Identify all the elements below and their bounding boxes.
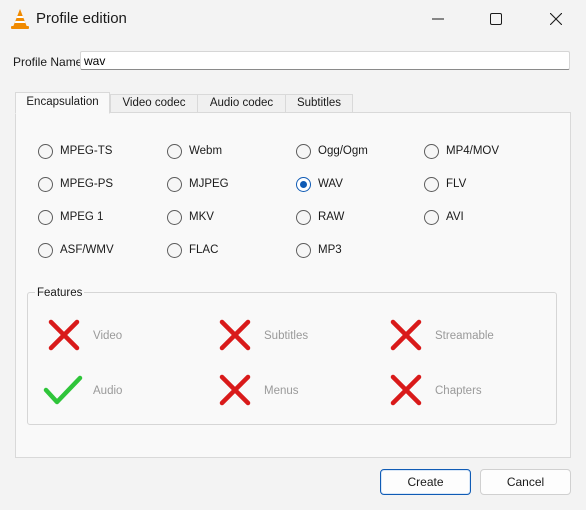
- radio-label: MKV: [189, 211, 214, 223]
- radio-circle: [38, 210, 53, 225]
- radio-circle: [38, 144, 53, 159]
- radio-circle: [424, 177, 439, 192]
- cross-icon: [219, 374, 251, 406]
- radio-circle-selected: [296, 177, 311, 192]
- radio-circle: [167, 243, 182, 258]
- radio-label: MJPEG: [189, 178, 229, 190]
- tab-subtitles[interactable]: Subtitles: [285, 94, 353, 113]
- maximize-icon: [490, 13, 502, 25]
- radio-label: MPEG 1: [60, 211, 104, 223]
- radio-circle: [296, 210, 311, 225]
- radio-circle: [38, 177, 53, 192]
- radio-label: MP3: [318, 244, 342, 256]
- vlc-cone-icon: [11, 9, 29, 29]
- radio-label: WAV: [318, 178, 343, 190]
- radio-label: ASF/WMV: [60, 244, 114, 256]
- radio-label: MPEG-PS: [60, 178, 114, 190]
- feature-video-label: Video: [93, 330, 123, 342]
- tab-encapsulation[interactable]: Encapsulation: [15, 92, 110, 114]
- tab-audio-codec[interactable]: Audio codec: [197, 94, 286, 113]
- title-bar: Profile edition: [0, 0, 586, 38]
- maximize-button[interactable]: [468, 0, 526, 38]
- minimize-button[interactable]: [410, 0, 468, 38]
- close-icon: [550, 13, 562, 25]
- cancel-button[interactable]: Cancel: [480, 469, 571, 495]
- close-button[interactable]: [528, 0, 586, 38]
- tab-video-codec[interactable]: Video codec: [110, 94, 198, 113]
- radio-circle: [38, 243, 53, 258]
- cross-icon: [219, 319, 251, 351]
- feature-menus-label: Menus: [264, 385, 299, 397]
- window-title: Profile edition: [36, 10, 127, 27]
- checkmark-icon: [43, 375, 83, 405]
- profile-name-label: Profile Name: [13, 55, 83, 69]
- radio-label: FLAC: [189, 244, 219, 256]
- radio-label: RAW: [318, 211, 345, 223]
- minimize-icon: [432, 18, 444, 20]
- radio-circle: [296, 144, 311, 159]
- radio-circle: [167, 144, 182, 159]
- feature-chapters-label: Chapters: [435, 385, 482, 397]
- radio-label: MP4/MOV: [446, 145, 500, 157]
- radio-circle: [167, 210, 182, 225]
- radio-label: MPEG-TS: [60, 145, 113, 157]
- features-title: Features: [35, 287, 85, 299]
- features-group: [27, 292, 557, 425]
- create-button[interactable]: Create: [380, 469, 471, 495]
- feature-streamable-label: Streamable: [435, 330, 494, 342]
- cross-icon: [390, 319, 422, 351]
- radio-label: Webm: [189, 145, 223, 157]
- radio-label: FLV: [446, 178, 467, 190]
- radio-label: AVI: [446, 211, 464, 223]
- radio-circle: [167, 177, 182, 192]
- radio-circle: [424, 144, 439, 159]
- cross-icon: [48, 319, 80, 351]
- feature-subtitles-label: Subtitles: [264, 330, 309, 342]
- profile-name-input[interactable]: [80, 51, 570, 70]
- radio-label: Ogg/Ogm: [318, 145, 368, 157]
- radio-circle: [296, 243, 311, 258]
- feature-audio-label: Audio: [93, 385, 123, 397]
- radio-circle: [424, 210, 439, 225]
- cross-icon: [390, 374, 422, 406]
